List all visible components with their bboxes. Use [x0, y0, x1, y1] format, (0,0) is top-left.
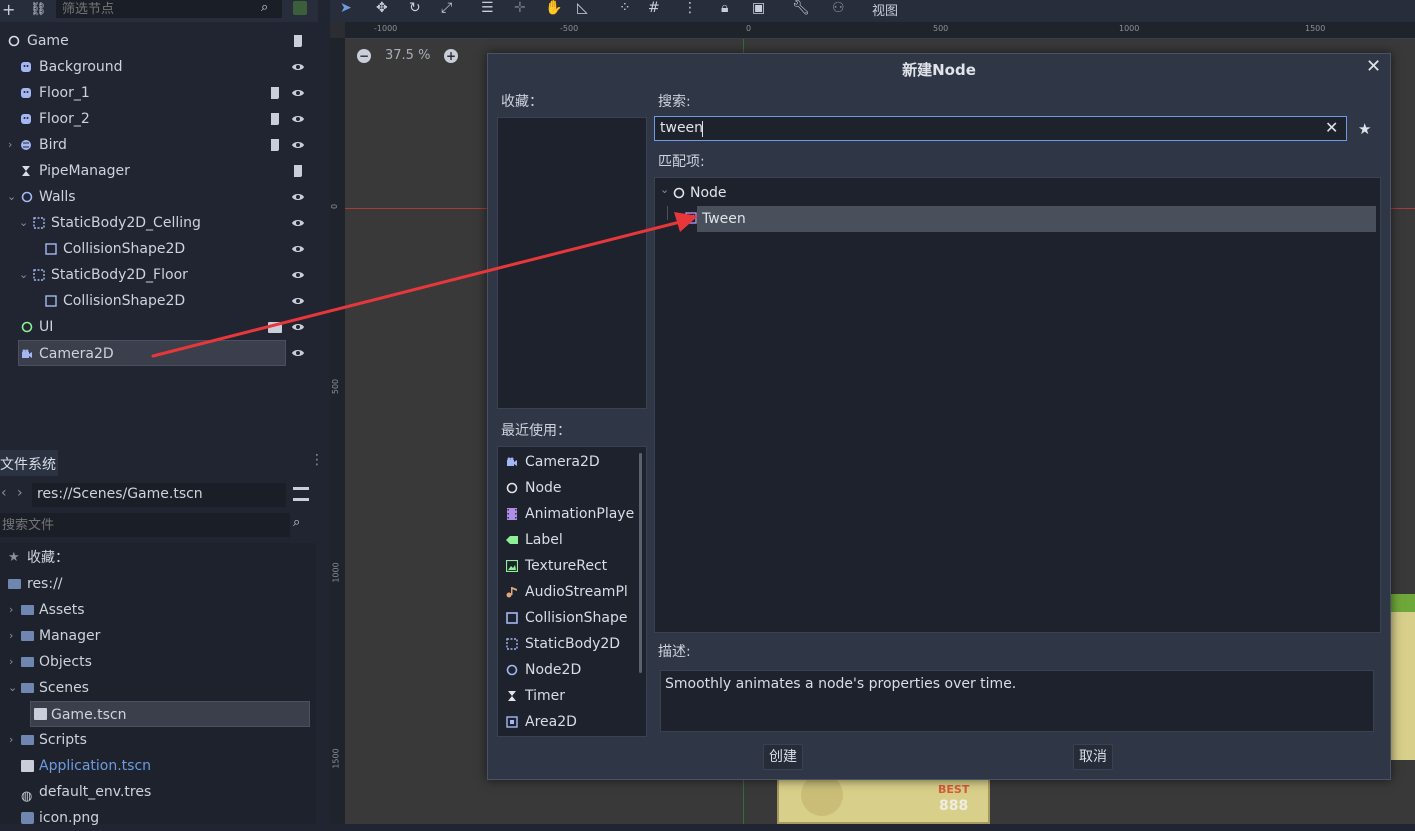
- annotation-arrow: [151, 212, 698, 358]
